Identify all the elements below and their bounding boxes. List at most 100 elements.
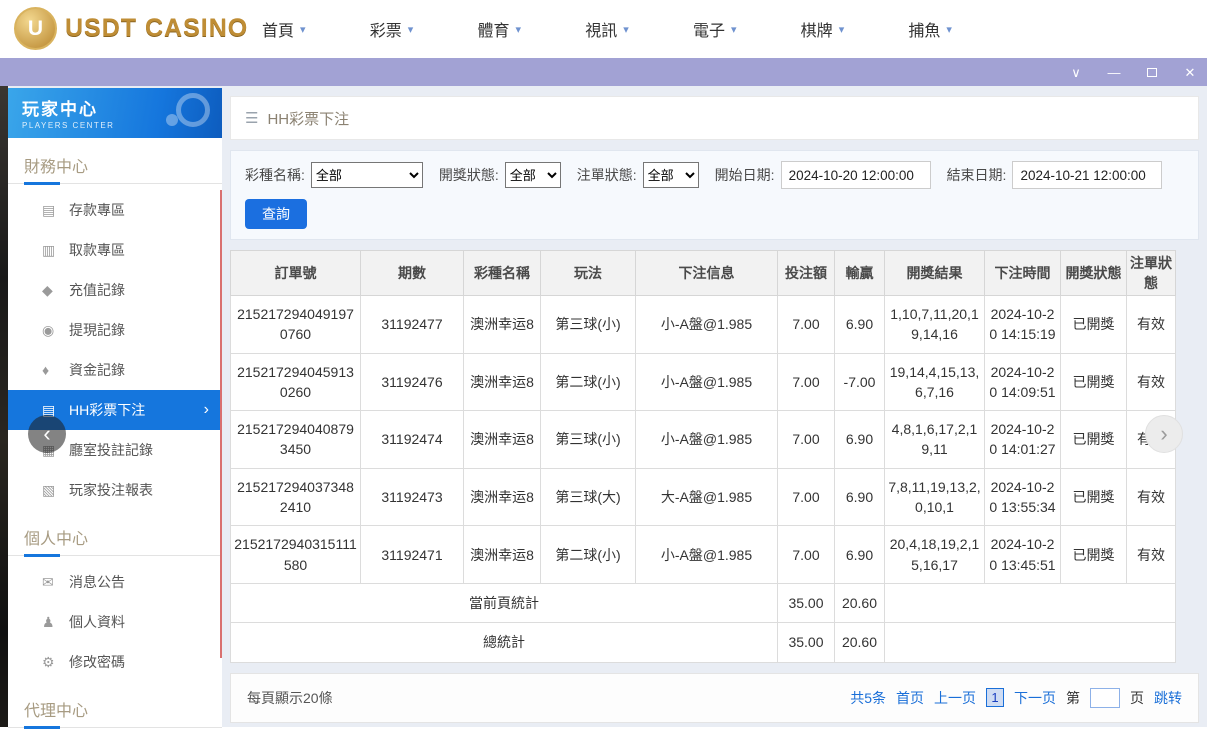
nav-item[interactable]: 首頁▾ xyxy=(262,17,306,41)
sidebar-item-label: 提現記錄 xyxy=(69,320,125,340)
table-cell: 小-A盤@1.985 xyxy=(636,526,778,584)
table-cell: 第三球(小) xyxy=(541,296,636,354)
summary-row: 總統計35.0020.60 xyxy=(231,623,1176,662)
sidebar-item-label: 玩家投注報表 xyxy=(69,480,153,500)
summary-empty xyxy=(885,583,1176,622)
section-header: 個人中心 xyxy=(8,510,222,555)
lottery-name-select[interactable]: 全部 xyxy=(311,162,423,188)
search-button[interactable]: 查詢 xyxy=(245,199,307,229)
filter-panel: 彩種名稱: 全部 開獎狀態: 全部 注單狀態: 全部 開始日期: 結束日期: 查… xyxy=(230,150,1199,240)
next-page-link[interactable]: 下一页 xyxy=(1014,688,1056,708)
draw-status-label: 開獎狀態: xyxy=(439,165,499,185)
table-cell: 7.00 xyxy=(778,411,835,469)
table-cell: 6.90 xyxy=(835,296,885,354)
maximize-icon[interactable] xyxy=(1145,66,1159,79)
section-underline xyxy=(8,183,222,184)
section-header: 代理中心 xyxy=(8,682,222,727)
bets-table: 訂單號期數彩種名稱玩法下注信息投注額輸贏開獎結果下注時間開獎狀態注單狀態2152… xyxy=(230,250,1176,663)
table-row: 215217294049197076031192477澳洲幸运8第三球(小)小-… xyxy=(231,296,1176,354)
summary-bet-total: 35.00 xyxy=(778,623,835,662)
nav-item[interactable]: 棋牌▾ xyxy=(801,17,845,41)
chevron-down-icon: ▾ xyxy=(731,23,737,36)
minimize-icon[interactable]: — xyxy=(1107,66,1121,79)
table-cell: 已開獎 xyxy=(1061,526,1127,584)
sidebar-item[interactable]: ▤存款專區 xyxy=(8,190,222,230)
sidebar-item[interactable]: ⚙修改密碼 xyxy=(8,642,222,682)
summary-winloss-total: 20.60 xyxy=(835,583,885,622)
close-icon[interactable]: ✕ xyxy=(1183,66,1197,79)
table-cell: 有效 xyxy=(1127,353,1176,411)
end-date-input[interactable] xyxy=(1012,161,1162,189)
slide-right-button[interactable]: › xyxy=(1145,415,1183,453)
sidebar-item[interactable]: ♟個人資料 xyxy=(8,602,222,642)
sidebar-item[interactable]: ♦資金記錄 xyxy=(8,350,222,390)
table-cell: 1,10,7,11,20,19,14,16 xyxy=(885,296,985,354)
withdraw-cash-icon: ▥ xyxy=(42,242,69,259)
table-cell: 澳洲幸运8 xyxy=(464,468,541,526)
sidebar-item[interactable]: ◆充值記錄 xyxy=(8,270,222,310)
total-count: 共5条 xyxy=(850,688,886,708)
table-cell: 2024-10-20 13:45:51 xyxy=(985,526,1061,584)
prev-page-link[interactable]: 上一页 xyxy=(934,688,976,708)
first-page-link[interactable]: 首页 xyxy=(896,688,924,708)
table-cell: 7.00 xyxy=(778,353,835,411)
main-content: ☰ HH彩票下注 彩種名稱: 全部 開獎狀態: 全部 注單狀態: 全部 開始日期… xyxy=(230,96,1199,723)
table-row: 215217294031511158031192471澳洲幸运8第二球(小)小-… xyxy=(231,526,1176,584)
collapse-icon[interactable]: ∨ xyxy=(1069,66,1083,79)
nav-item[interactable]: 體育▾ xyxy=(477,17,521,41)
sidebar-item-label: HH彩票下注 xyxy=(69,400,145,420)
start-date-input[interactable] xyxy=(781,161,931,189)
sidebar-item[interactable]: ▧玩家投注報表 xyxy=(8,470,222,510)
player-report-icon: ▧ xyxy=(42,482,69,499)
table-wrapper: 訂單號期數彩種名稱玩法下注信息投注額輸贏開獎結果下注時間開獎狀態注單狀態2152… xyxy=(230,250,1199,663)
nav-item-label: 視訊 xyxy=(585,17,617,41)
nav-item[interactable]: 捕魚▾ xyxy=(908,17,952,41)
table-cell: 澳洲幸运8 xyxy=(464,411,541,469)
logo[interactable]: U USDT CASINO xyxy=(14,7,248,50)
window-titlebar: ∨ — ✕ xyxy=(0,58,1207,86)
nav-item[interactable]: 彩票▾ xyxy=(370,17,414,41)
table-cell: 已開獎 xyxy=(1061,296,1127,354)
chevron-down-icon: ▾ xyxy=(839,23,845,36)
nav-item[interactable]: 視訊▾ xyxy=(585,17,629,41)
dot-decoration-icon xyxy=(166,114,178,126)
current-page[interactable]: 1 xyxy=(986,688,1004,707)
slide-left-button[interactable]: ‹ xyxy=(28,415,66,453)
table-cell: 有效 xyxy=(1127,526,1176,584)
draw-status-select[interactable]: 全部 xyxy=(505,162,561,188)
chevron-down-icon: ▾ xyxy=(515,23,521,36)
table-cell: 7.00 xyxy=(778,296,835,354)
hamburger-menu-icon[interactable]: ☰ xyxy=(245,109,258,127)
table-cell: 有效 xyxy=(1127,296,1176,354)
top-navigation: U USDT CASINO 首頁▾彩票▾體育▾視訊▾電子▾棋牌▾捕魚▾ xyxy=(0,0,1207,58)
table-header-row: 訂單號期數彩種名稱玩法下注信息投注額輸贏開獎結果下注時間開獎狀態注單狀態 xyxy=(231,251,1176,296)
nav-item-label: 電子 xyxy=(693,17,725,41)
logo-letter: U xyxy=(28,17,43,41)
jump-button[interactable]: 跳转 xyxy=(1154,688,1182,708)
gear-icon: ⚙ xyxy=(42,654,69,671)
section-underline xyxy=(8,727,222,728)
funds-record-icon: ♦ xyxy=(42,362,69,378)
chevron-down-icon: ▾ xyxy=(300,23,306,36)
window-controls: ∨ — ✕ xyxy=(1069,58,1197,86)
chevron-right-icon: › xyxy=(204,401,209,419)
order-status-select[interactable]: 全部 xyxy=(643,162,699,188)
page-jump-input[interactable] xyxy=(1090,688,1120,708)
sidebar-item[interactable]: ◉提現記錄 xyxy=(8,310,222,350)
filter-row: 彩種名稱: 全部 開獎狀態: 全部 注單狀態: 全部 開始日期: 結束日期: xyxy=(245,161,1184,189)
nav-item[interactable]: 電子 ▾ xyxy=(693,17,737,41)
nav-item-label: 彩票 xyxy=(370,17,402,41)
end-date-label: 結束日期: xyxy=(947,165,1007,185)
jump-prefix: 第 xyxy=(1066,688,1080,708)
table-cell: 6.90 xyxy=(835,411,885,469)
sidebar-item[interactable]: ✉消息公告 xyxy=(8,562,222,602)
sidebar-item[interactable]: ▥取款專區 xyxy=(8,230,222,270)
sidebar-item-label: 充值記錄 xyxy=(69,280,125,300)
table-cell: 大-A盤@1.985 xyxy=(636,468,778,526)
sidebar-item-label: 廳室投註記錄 xyxy=(69,440,153,460)
sidebar-scrollbar[interactable] xyxy=(220,190,222,658)
table-cell: 已開獎 xyxy=(1061,353,1127,411)
summary-winloss-total: 20.60 xyxy=(835,623,885,662)
sidebar-item-label: 修改密碼 xyxy=(69,652,125,672)
table-cell: 2024-10-20 13:55:34 xyxy=(985,468,1061,526)
